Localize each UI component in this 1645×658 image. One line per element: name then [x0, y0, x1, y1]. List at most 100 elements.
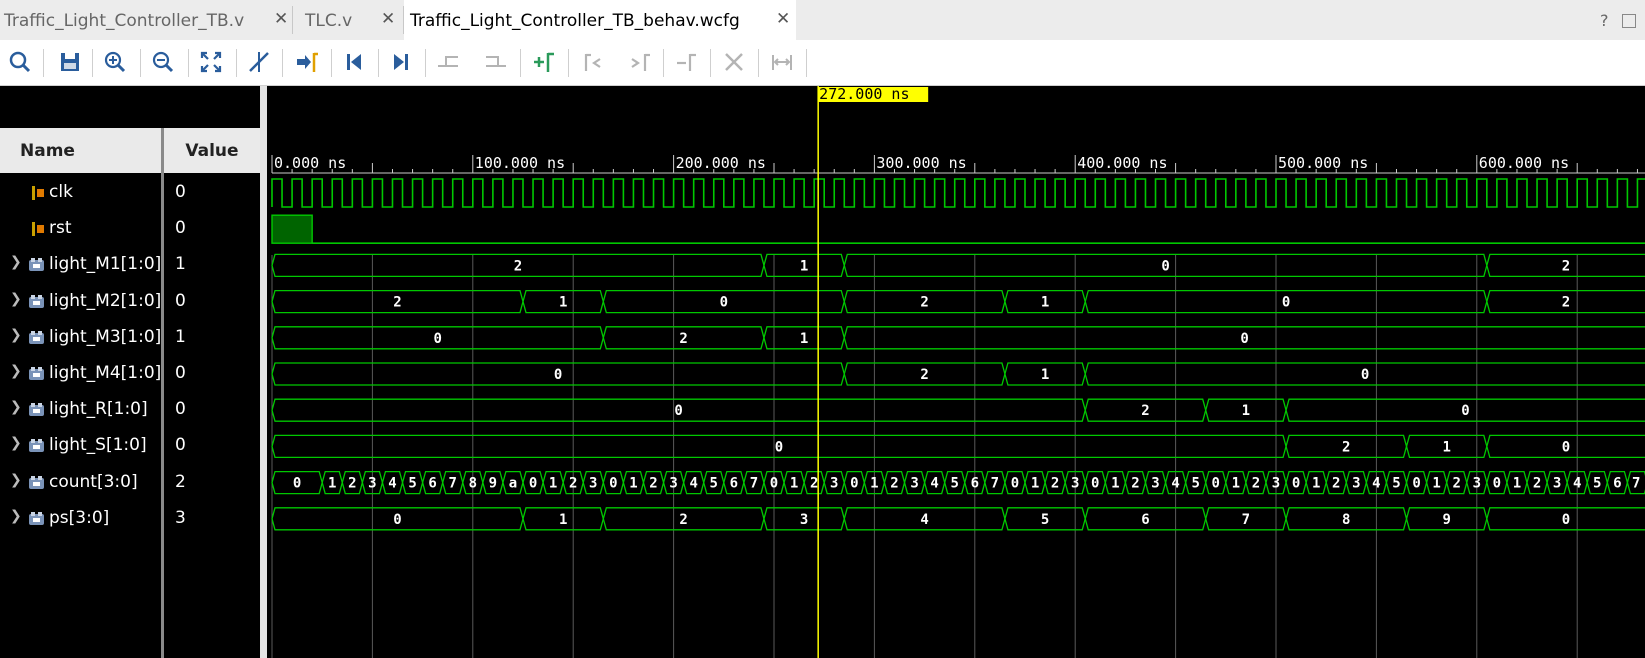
close-icon[interactable]: ✕: [381, 9, 395, 29]
signal-value: 0: [175, 363, 186, 383]
bus-value-label: 8: [469, 476, 477, 492]
bus-value-label: 1: [328, 476, 336, 492]
bus-value-label: 3: [1473, 476, 1481, 492]
bus-value-label: 2: [890, 476, 898, 492]
bus-value-label: 3: [1553, 476, 1561, 492]
tab-tlc-v[interactable]: TLC.v ✕: [293, 0, 403, 40]
signal-row-light_m2[interactable]: ❯ light_M2[1:0]: [0, 285, 161, 319]
signal-value: 0: [175, 399, 186, 420]
signal-name: light_M1[1:0]: [49, 254, 162, 275]
bus-value-label: 6: [1613, 476, 1621, 492]
name-column-header[interactable]: Name: [0, 128, 161, 173]
search-icon[interactable]: [6, 48, 34, 76]
close-icon[interactable]: ✕: [776, 9, 790, 29]
add-marker-icon[interactable]: [530, 48, 558, 76]
chevron-right-icon[interactable]: ❯: [10, 435, 22, 451]
fit-markers-icon[interactable]: [768, 48, 796, 76]
save-icon[interactable]: [56, 48, 84, 76]
bus-value-label: 1: [629, 476, 637, 492]
editor-tab-bar: Traffic_Light_Controller_TB.v ✕ TLC.v ✕ …: [0, 0, 1645, 40]
signal-name: clk: [49, 182, 73, 202]
cursor-snap-icon[interactable]: [245, 48, 273, 76]
signal-row-ps[interactable]: ❯ ps[3:0]: [0, 502, 161, 536]
time-tick-label: 300.000 ns: [876, 154, 966, 172]
panel-splitter[interactable]: [260, 86, 267, 658]
bus-value-label: 2: [1131, 476, 1139, 492]
bus-value-label: 1: [1513, 476, 1521, 492]
signal-name: light_M3[1:0]: [49, 326, 162, 347]
value-column-header[interactable]: Value: [164, 128, 260, 173]
signal-row-light_m4[interactable]: ❯ light_M4[1:0]: [0, 357, 161, 391]
bus-value-label: 0: [554, 367, 562, 383]
bus-value-label: 4: [930, 476, 938, 492]
bus-value-label: 0: [1412, 476, 1420, 492]
chevron-right-icon[interactable]: ❯: [10, 472, 22, 488]
signal-row-count[interactable]: ❯ count[3:0]: [0, 466, 161, 500]
signal-name: light_R[1:0]: [49, 399, 148, 420]
bus-value-label: 0: [1493, 476, 1501, 492]
waveform-canvas[interactable]: 0.000 ns 100.000 ns 200.000 ns 300.000 ns 40…: [267, 86, 1645, 658]
time-tick-label: 500.000 ns: [1278, 154, 1368, 172]
chevron-right-icon[interactable]: ❯: [10, 399, 22, 415]
signal-name: light_M2[1:0]: [49, 290, 162, 311]
rst-pulse: [271, 214, 313, 244]
zoom-out-icon[interactable]: [149, 48, 177, 76]
signal-row-light_s[interactable]: ❯ light_S[1:0]: [0, 429, 161, 463]
bus-value-label: 3: [830, 476, 838, 492]
signal-row-light_r[interactable]: ❯ light_R[1:0]: [0, 393, 161, 427]
bus-value-label: 0: [770, 476, 778, 492]
toolbar-separator: [663, 49, 664, 77]
bus-signal-icon: [28, 402, 45, 423]
bus-value-label: 2: [649, 476, 657, 492]
close-icon[interactable]: ✕: [274, 9, 288, 29]
tab-traffic-light-controller-tb-v[interactable]: Traffic_Light_Controller_TB.v ✕: [0, 0, 292, 40]
bus-value-label: 1: [1432, 476, 1440, 492]
bus-value-label: 3: [1071, 476, 1079, 492]
delete-icon[interactable]: [720, 48, 748, 76]
bus-value-label: 1: [559, 295, 567, 311]
chevron-right-icon[interactable]: ❯: [10, 508, 22, 524]
bus-value-label: 0: [1292, 476, 1300, 492]
go-to-time-zero-icon[interactable]: [340, 48, 368, 76]
toolbar-separator: [758, 49, 759, 77]
signal-value: 0: [175, 218, 186, 239]
bus-signal-icon: [28, 294, 45, 315]
signal-row-light_m1[interactable]: ❯ light_M1[1:0]: [0, 248, 161, 282]
bus-value-label: 7: [991, 476, 999, 492]
swap-cursors-icon[interactable]: [673, 48, 701, 76]
signal-row-light_m3[interactable]: ❯ light_M3[1:0]: [0, 321, 161, 355]
go-to-cursor-icon[interactable]: [292, 48, 320, 76]
bus-value-label: 1: [559, 512, 567, 528]
tab-label: TLC.v: [305, 11, 353, 31]
bus-value-label: 0: [1562, 512, 1570, 528]
previous-marker-icon[interactable]: [578, 48, 606, 76]
next-marker-icon[interactable]: [626, 48, 654, 76]
tab-traffic-light-controller-tb-behav-wcfg[interactable]: Traffic_Light_Controller_TB_behav.wcfg ✕: [404, 0, 796, 40]
bus-value-label: 1: [870, 476, 878, 492]
chevron-right-icon[interactable]: ❯: [10, 327, 22, 343]
zoom-fit-icon[interactable]: [197, 48, 225, 76]
zoom-in-icon[interactable]: [101, 48, 129, 76]
bus-value-label: 4: [388, 476, 396, 492]
column-resize-handle[interactable]: [161, 128, 164, 658]
help-icon[interactable]: ?: [1600, 11, 1609, 30]
previous-transition-icon[interactable]: [434, 48, 462, 76]
toolbar-separator: [568, 49, 569, 77]
bus-value-label: 7: [1242, 512, 1250, 528]
bus-value-label: 5: [1392, 476, 1400, 492]
chevron-right-icon[interactable]: ❯: [10, 291, 22, 307]
bus-value-label: 2: [1562, 258, 1570, 274]
restore-icon[interactable]: [1622, 14, 1636, 28]
bus-value-label: 3: [800, 512, 808, 528]
signal-value: 1: [175, 326, 186, 347]
bus-value-label: 6: [428, 476, 436, 492]
bus-value-label: 2: [1453, 476, 1461, 492]
bus-value-label: 3: [1352, 476, 1360, 492]
chevron-right-icon[interactable]: ❯: [10, 254, 22, 270]
signal-row-rst[interactable]: rst: [0, 212, 161, 246]
chevron-right-icon[interactable]: ❯: [10, 363, 22, 379]
go-to-last-time-icon[interactable]: [387, 48, 415, 76]
bus-value-label: 3: [669, 476, 677, 492]
signal-row-clk[interactable]: clk: [0, 176, 161, 210]
next-transition-icon[interactable]: [482, 48, 510, 76]
